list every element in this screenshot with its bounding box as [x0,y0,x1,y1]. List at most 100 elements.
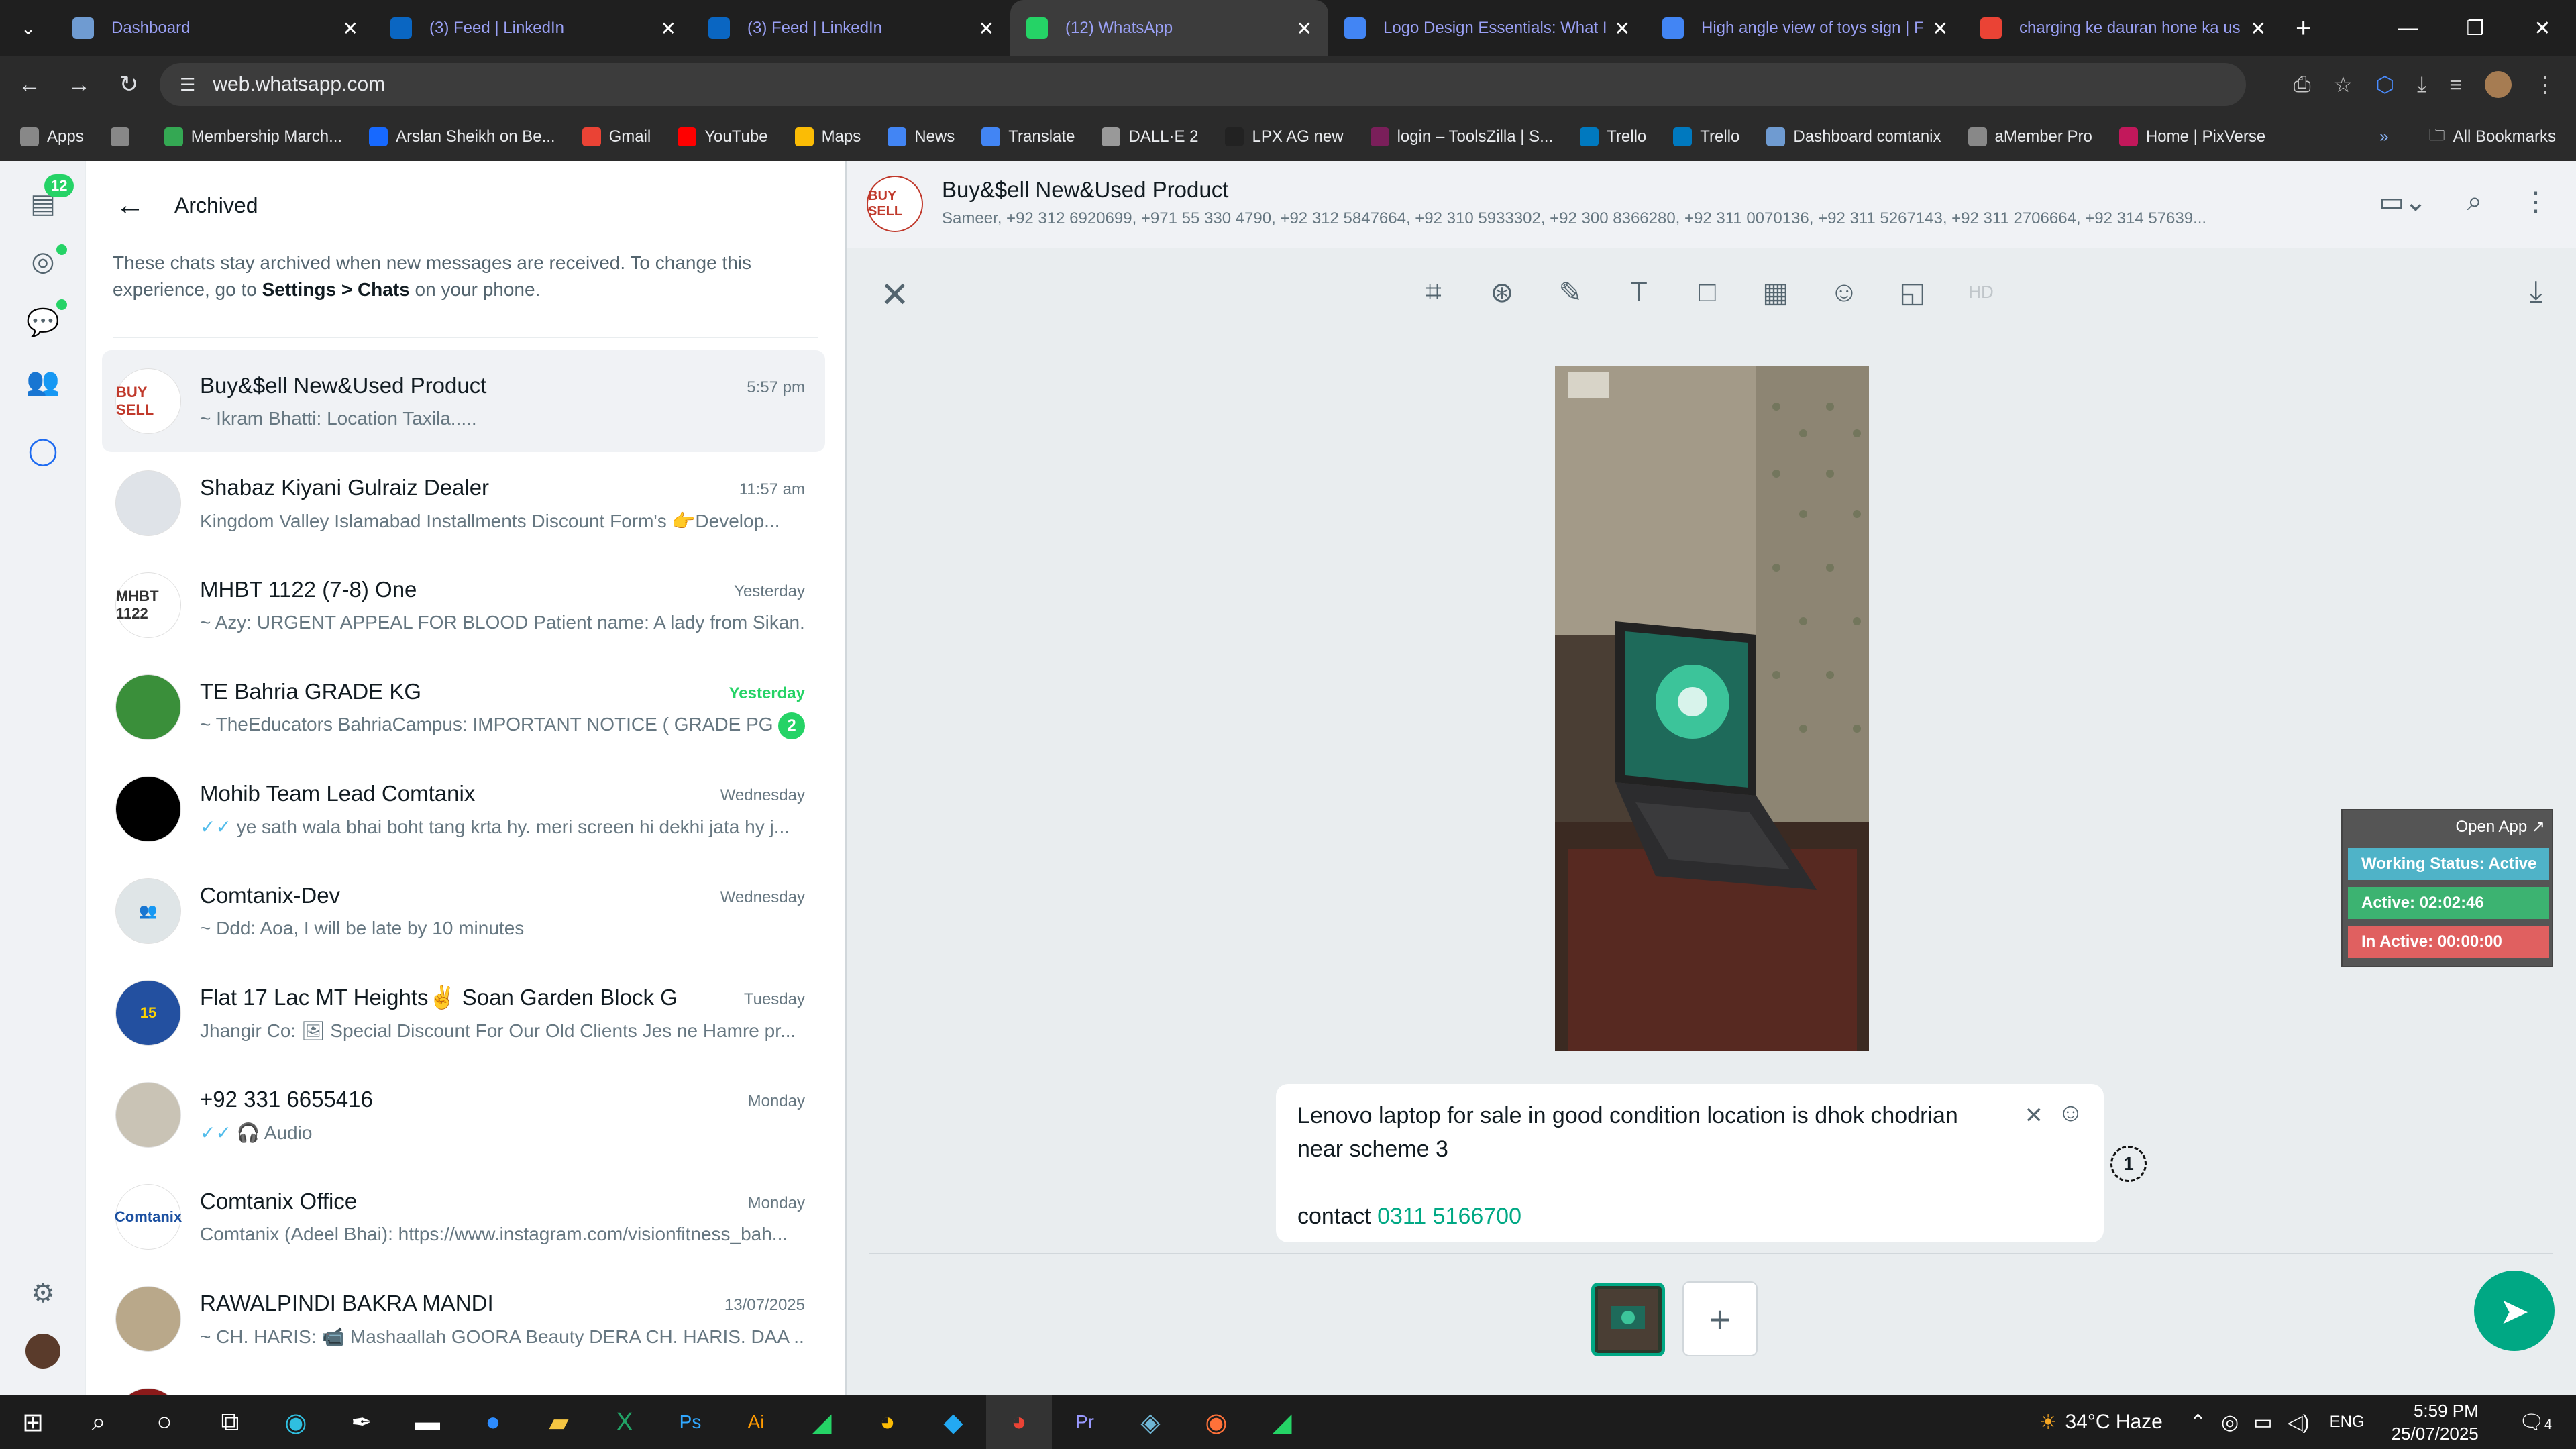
emoji-icon[interactable]: ☺ [1827,275,1861,309]
all-bookmarks[interactable]: » 🗀 All Bookmarks [2379,113,2556,161]
chevron-right-icon[interactable]: » [2379,127,2388,146]
bookmark-item[interactable]: login – ToolsZilla | S... [1370,127,1553,146]
browser-tab[interactable]: Logo Design Essentials: What I ✕ [1328,0,1646,56]
chat-list-item[interactable]: TE Bahria GRADE KG ~ TheEducators Bahria… [102,656,825,758]
language[interactable]: ENG [2330,1413,2365,1432]
download-icon[interactable]: ⤓ [2530,275,2542,309]
chevron-up-icon[interactable]: ⌃ [2190,1411,2206,1434]
weather-text[interactable]: 34°C Haze [2065,1411,2162,1434]
close-tab-icon[interactable]: ✕ [1933,17,1948,40]
edge-icon[interactable]: ◉ [263,1395,329,1449]
close-tab-icon[interactable]: ✕ [1297,17,1312,40]
close-icon[interactable]: ✕ [880,275,910,315]
vscode-icon[interactable]: ◆ [920,1395,986,1449]
profile-avatar[interactable] [2485,71,2512,98]
group-avatar[interactable]: BUY SELL [867,176,923,232]
chat-list-item[interactable]: 👥 Comtanix-Dev ~ Ddd: Aoa, I will be lat… [102,860,825,962]
bookmark-item[interactable]: Maps [794,127,861,146]
bookmark-item[interactable]: Arslan Sheikh on Be... [369,127,555,146]
profile-avatar[interactable] [25,1334,60,1368]
clear-caption-icon[interactable]: ✕ [2025,1099,2044,1132]
hd-icon[interactable]: HD [1964,275,1998,309]
close-tab-icon[interactable]: ✕ [1615,17,1630,40]
network-icon[interactable]: ▭ [2253,1411,2272,1434]
status-icon[interactable]: ◎ [25,244,60,279]
chrome-menu-icon[interactable]: ⋮ [2534,72,2556,97]
search-icon[interactable]: ⌕ [2467,186,2482,217]
add-media-button[interactable]: + [1682,1281,1758,1356]
browser-tab[interactable]: (12) WhatsApp ✕ [1010,0,1328,56]
close-tab-icon[interactable]: ✕ [661,17,676,40]
terminal-icon[interactable]: ▬ [394,1395,460,1449]
firefox-icon[interactable]: ◉ [1183,1395,1249,1449]
meet-icon[interactable]: ◎ [2221,1411,2239,1434]
downloads-icon[interactable]: ⤓ [2417,72,2426,97]
minimize-button[interactable]: — [2375,0,2442,56]
media-icon[interactable]: ≡ [2449,72,2462,97]
browser-tab[interactable]: charging ke dauran hone ka us ✕ [1964,0,2282,56]
cortana-icon[interactable]: ○ [131,1395,197,1449]
close-tab-icon[interactable]: ✕ [343,17,358,40]
browser-tab[interactable]: Dashboard ✕ [56,0,374,56]
app-icon[interactable]: ◈ [1118,1395,1183,1449]
browser-tab[interactable]: (3) Feed | LinkedIn ✕ [374,0,692,56]
zoom-icon[interactable]: ● [460,1395,526,1449]
send-button[interactable]: ➤ [2474,1271,2555,1351]
green-app-2-icon[interactable]: ◢ [1249,1395,1315,1449]
bookmark-item[interactable]: YouTube [678,127,768,146]
chat-list-item[interactable]: Mohib Team Lead Comtanix ✓✓ ye sath wala… [102,758,825,860]
bookmark-item[interactable]: Dashboard comtanix [1766,127,1941,146]
premiere-icon[interactable]: Pr [1052,1395,1118,1449]
bookmark-item[interactable]: Translate [981,127,1075,146]
clock[interactable]: 5:59 PM 25/07/2025 [2392,1399,2479,1445]
shape-icon[interactable]: □ [1690,275,1724,309]
media-thumbnail[interactable] [1591,1283,1665,1356]
bookmark-item[interactable] [110,127,138,146]
chrome-icon[interactable]: ◕ [855,1395,920,1449]
file-explorer-icon[interactable]: ▰ [526,1395,592,1449]
green-app-icon[interactable]: ◢ [789,1395,855,1449]
chat-list-item[interactable]: Comtanix Comtanix Office Comtanix (Adeel… [102,1166,825,1268]
bookmark-item[interactable]: News [888,127,955,146]
emoji-icon[interactable]: ☺ [2057,1096,2084,1130]
back-arrow-icon[interactable]: ← [115,189,145,222]
chat-list-item[interactable]: RAWALPINDI BAKRA MANDI ~ CH. HARIS: 📹 Ma… [102,1268,825,1370]
search-icon[interactable]: ⌕ [66,1395,131,1449]
reload-icon[interactable]: ↻ [109,64,149,105]
install-app-icon[interactable]: ⎙ [2294,72,2311,97]
bookmark-item[interactable]: Home | PixVerse [2118,127,2265,146]
back-icon[interactable]: ← [9,64,50,105]
chrome-active-icon[interactable]: ◕ [986,1395,1052,1449]
video-call-icon[interactable]: ▭⌄ [2379,186,2426,217]
excel-icon[interactable]: X [592,1395,657,1449]
close-window-button[interactable]: ✕ [2509,0,2576,56]
bookmark-star-icon[interactable]: ☆ [2334,72,2353,97]
text-icon[interactable]: T [1622,275,1656,309]
notification-icon[interactable]: 🗨4 [2519,1411,2552,1434]
chat-list-item[interactable]: 15 Flat 17 Lac MT Heights✌️ Soan Garden … [102,962,825,1064]
chat-list-item[interactable]: MHBT 1122 MHBT 1122 (7-8) One ~ Azy: URG… [102,554,825,656]
bookmark-item[interactable]: DALL·E 2 [1102,127,1198,146]
filter-icon[interactable]: ⊛ [1485,275,1519,309]
blur-icon[interactable]: ▦ [1759,275,1792,309]
channels-icon[interactable]: 💬 [25,305,60,339]
start-icon[interactable]: ⊞ [0,1395,66,1449]
chat-list-item[interactable]: Shabaz Kiyani Gulraiz Dealer Kingdom Val… [102,452,825,554]
browser-tab[interactable]: High angle view of toys sign | F ✕ [1646,0,1964,56]
crop-icon[interactable]: ⌗ [1417,275,1450,309]
chat-list-item[interactable]: +92 331 6655416 ✓✓ 🎧 Audio Monday [102,1064,825,1166]
bookmark-item[interactable]: Trello [1580,127,1646,146]
view-once-button[interactable]: 1 [2110,1146,2147,1182]
bookmark-item[interactable]: aMember Pro [1968,127,2092,146]
url-bar[interactable]: ☰ web.whatsapp.com [160,63,2246,106]
new-tab-button[interactable]: + [2296,13,2311,44]
menu-icon[interactable]: ⋮ [2522,186,2549,217]
extensions-icon[interactable]: ⬡ [2375,72,2394,97]
caption-phone[interactable]: 0311 5166700 [1377,1203,1521,1229]
bookmark-item[interactable]: Membership March... [164,127,342,146]
task-view-icon[interactable]: ⧉ [197,1395,263,1449]
browser-tab[interactable]: (3) Feed | LinkedIn ✕ [692,0,1010,56]
settings-icon[interactable]: ⚙ [25,1276,60,1311]
site-info-icon[interactable]: ☰ [180,74,195,95]
conversation-header[interactable]: BUY SELL Buy&$ell New&Used Product Samee… [847,161,2576,248]
